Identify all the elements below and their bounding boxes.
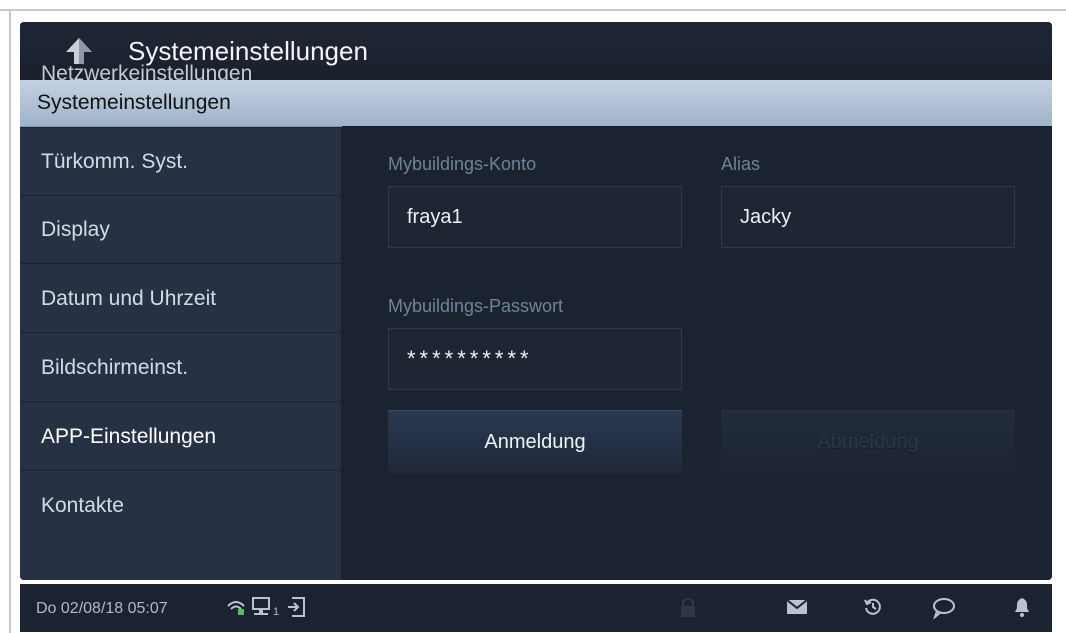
dropdown-selected-label: Systemeinstellungen <box>37 91 231 114</box>
password-label: Mybuildings-Passwort <box>388 296 564 316</box>
wifi-icon <box>227 601 245 615</box>
sidebar-item-bildschirm[interactable]: Bildschirmeinst. <box>20 334 341 402</box>
sidebar-item-label: Türkomm. Syst. <box>41 150 189 173</box>
alias-value: Jacky <box>740 206 792 228</box>
sidebar-item-label: Datum und Uhrzeit <box>41 287 217 310</box>
frame-border-left <box>9 9 11 633</box>
frame-border-top <box>0 9 1066 11</box>
sidebar-item-tuerkomm[interactable]: Türkomm. Syst. <box>20 128 341 196</box>
status-bar: Do 02/08/18 05:07 1 <box>20 584 1052 632</box>
alias-input[interactable]: Jacky <box>721 186 1015 248</box>
sidebar-menu: Netzwerkeinstellungen Türkomm. Syst. Dis… <box>20 62 342 580</box>
app-settings-panel: Mybuildings-Konto fraya1 Alias Jacky Myb… <box>342 126 1052 580</box>
account-label: Mybuildings-Konto <box>388 154 537 174</box>
sidebar-item-label: Bildschirmeinst. <box>41 356 189 379</box>
sidebar-item-display[interactable]: Display <box>20 196 341 264</box>
device-screen: Systemeinstellungen Netzwerkeinstellunge… <box>20 22 1052 580</box>
login-button-label: Anmeldung <box>484 431 586 453</box>
password-value: ********** <box>407 346 533 371</box>
lock-icon[interactable] <box>679 596 697 618</box>
history-icon[interactable] <box>863 597 883 617</box>
logout-button[interactable]: Abmeldung <box>721 410 1015 474</box>
alias-label: Alias <box>721 154 761 174</box>
sidebar-item-label: Display <box>41 218 110 241</box>
chat-icon[interactable] <box>932 597 956 619</box>
category-dropdown[interactable]: Systemeinstellungen <box>20 80 1052 127</box>
status-datetime: Do 02/08/18 05:07 <box>36 600 168 617</box>
logout-button-label: Abmeldung <box>817 431 919 453</box>
sidebar-item-label: Kontakte <box>41 494 124 517</box>
network-sub-label: 1 <box>273 606 280 618</box>
bell-icon[interactable] <box>1014 596 1030 618</box>
sidebar-item-app[interactable]: APP-Einstellungen <box>20 403 341 471</box>
sidebar-item-datum[interactable]: Datum und Uhrzeit <box>20 265 341 333</box>
account-value: fraya1 <box>407 206 463 228</box>
sidebar-item-label: APP-Einstellungen <box>41 425 217 448</box>
sidebar-item-kontakte[interactable]: Kontakte <box>20 472 341 540</box>
login-button[interactable]: Anmeldung <box>388 410 682 474</box>
mail-icon[interactable] <box>786 599 808 615</box>
account-input[interactable]: fraya1 <box>388 186 682 248</box>
network-icon <box>252 597 270 615</box>
exit-icon <box>288 597 305 617</box>
password-input[interactable]: ********** <box>388 328 682 390</box>
